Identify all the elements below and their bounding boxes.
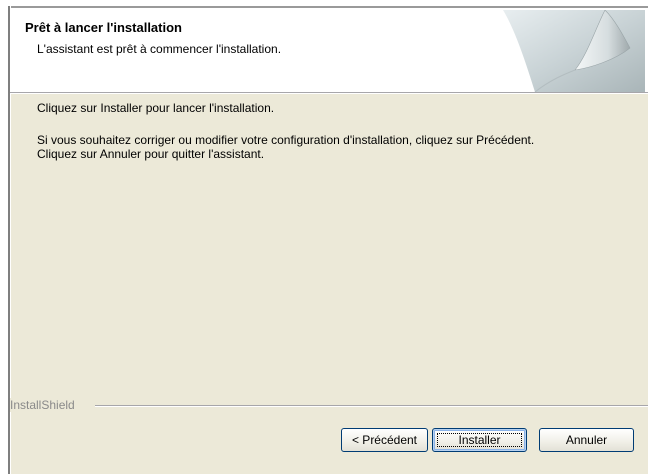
instruction-cancel: Cliquez sur Annuler pour quitter l'assis… [37, 147, 265, 161]
install-button-label: Installer [458, 433, 501, 447]
install-button[interactable]: Installer [432, 428, 527, 452]
instruction-back: Si vous souhaitez corriger ou modifier v… [37, 133, 535, 147]
page-title: Prêt à lancer l'installation [25, 20, 182, 35]
back-button[interactable]: < Précédent [341, 428, 428, 452]
footer-divider-highlight [95, 406, 648, 407]
cancel-button[interactable]: Annuler [539, 428, 634, 452]
page-curl-graphic [503, 10, 645, 92]
instruction-install: Cliquez sur Installer pour lancer l'inst… [37, 101, 275, 115]
installshield-label: InstallShield [10, 398, 81, 412]
installer-window: Prêt à lancer l'installation L'assistant… [0, 0, 648, 474]
header-divider-highlight [10, 93, 648, 94]
page-subtitle: L'assistant est prêt à commencer l'insta… [37, 42, 282, 56]
